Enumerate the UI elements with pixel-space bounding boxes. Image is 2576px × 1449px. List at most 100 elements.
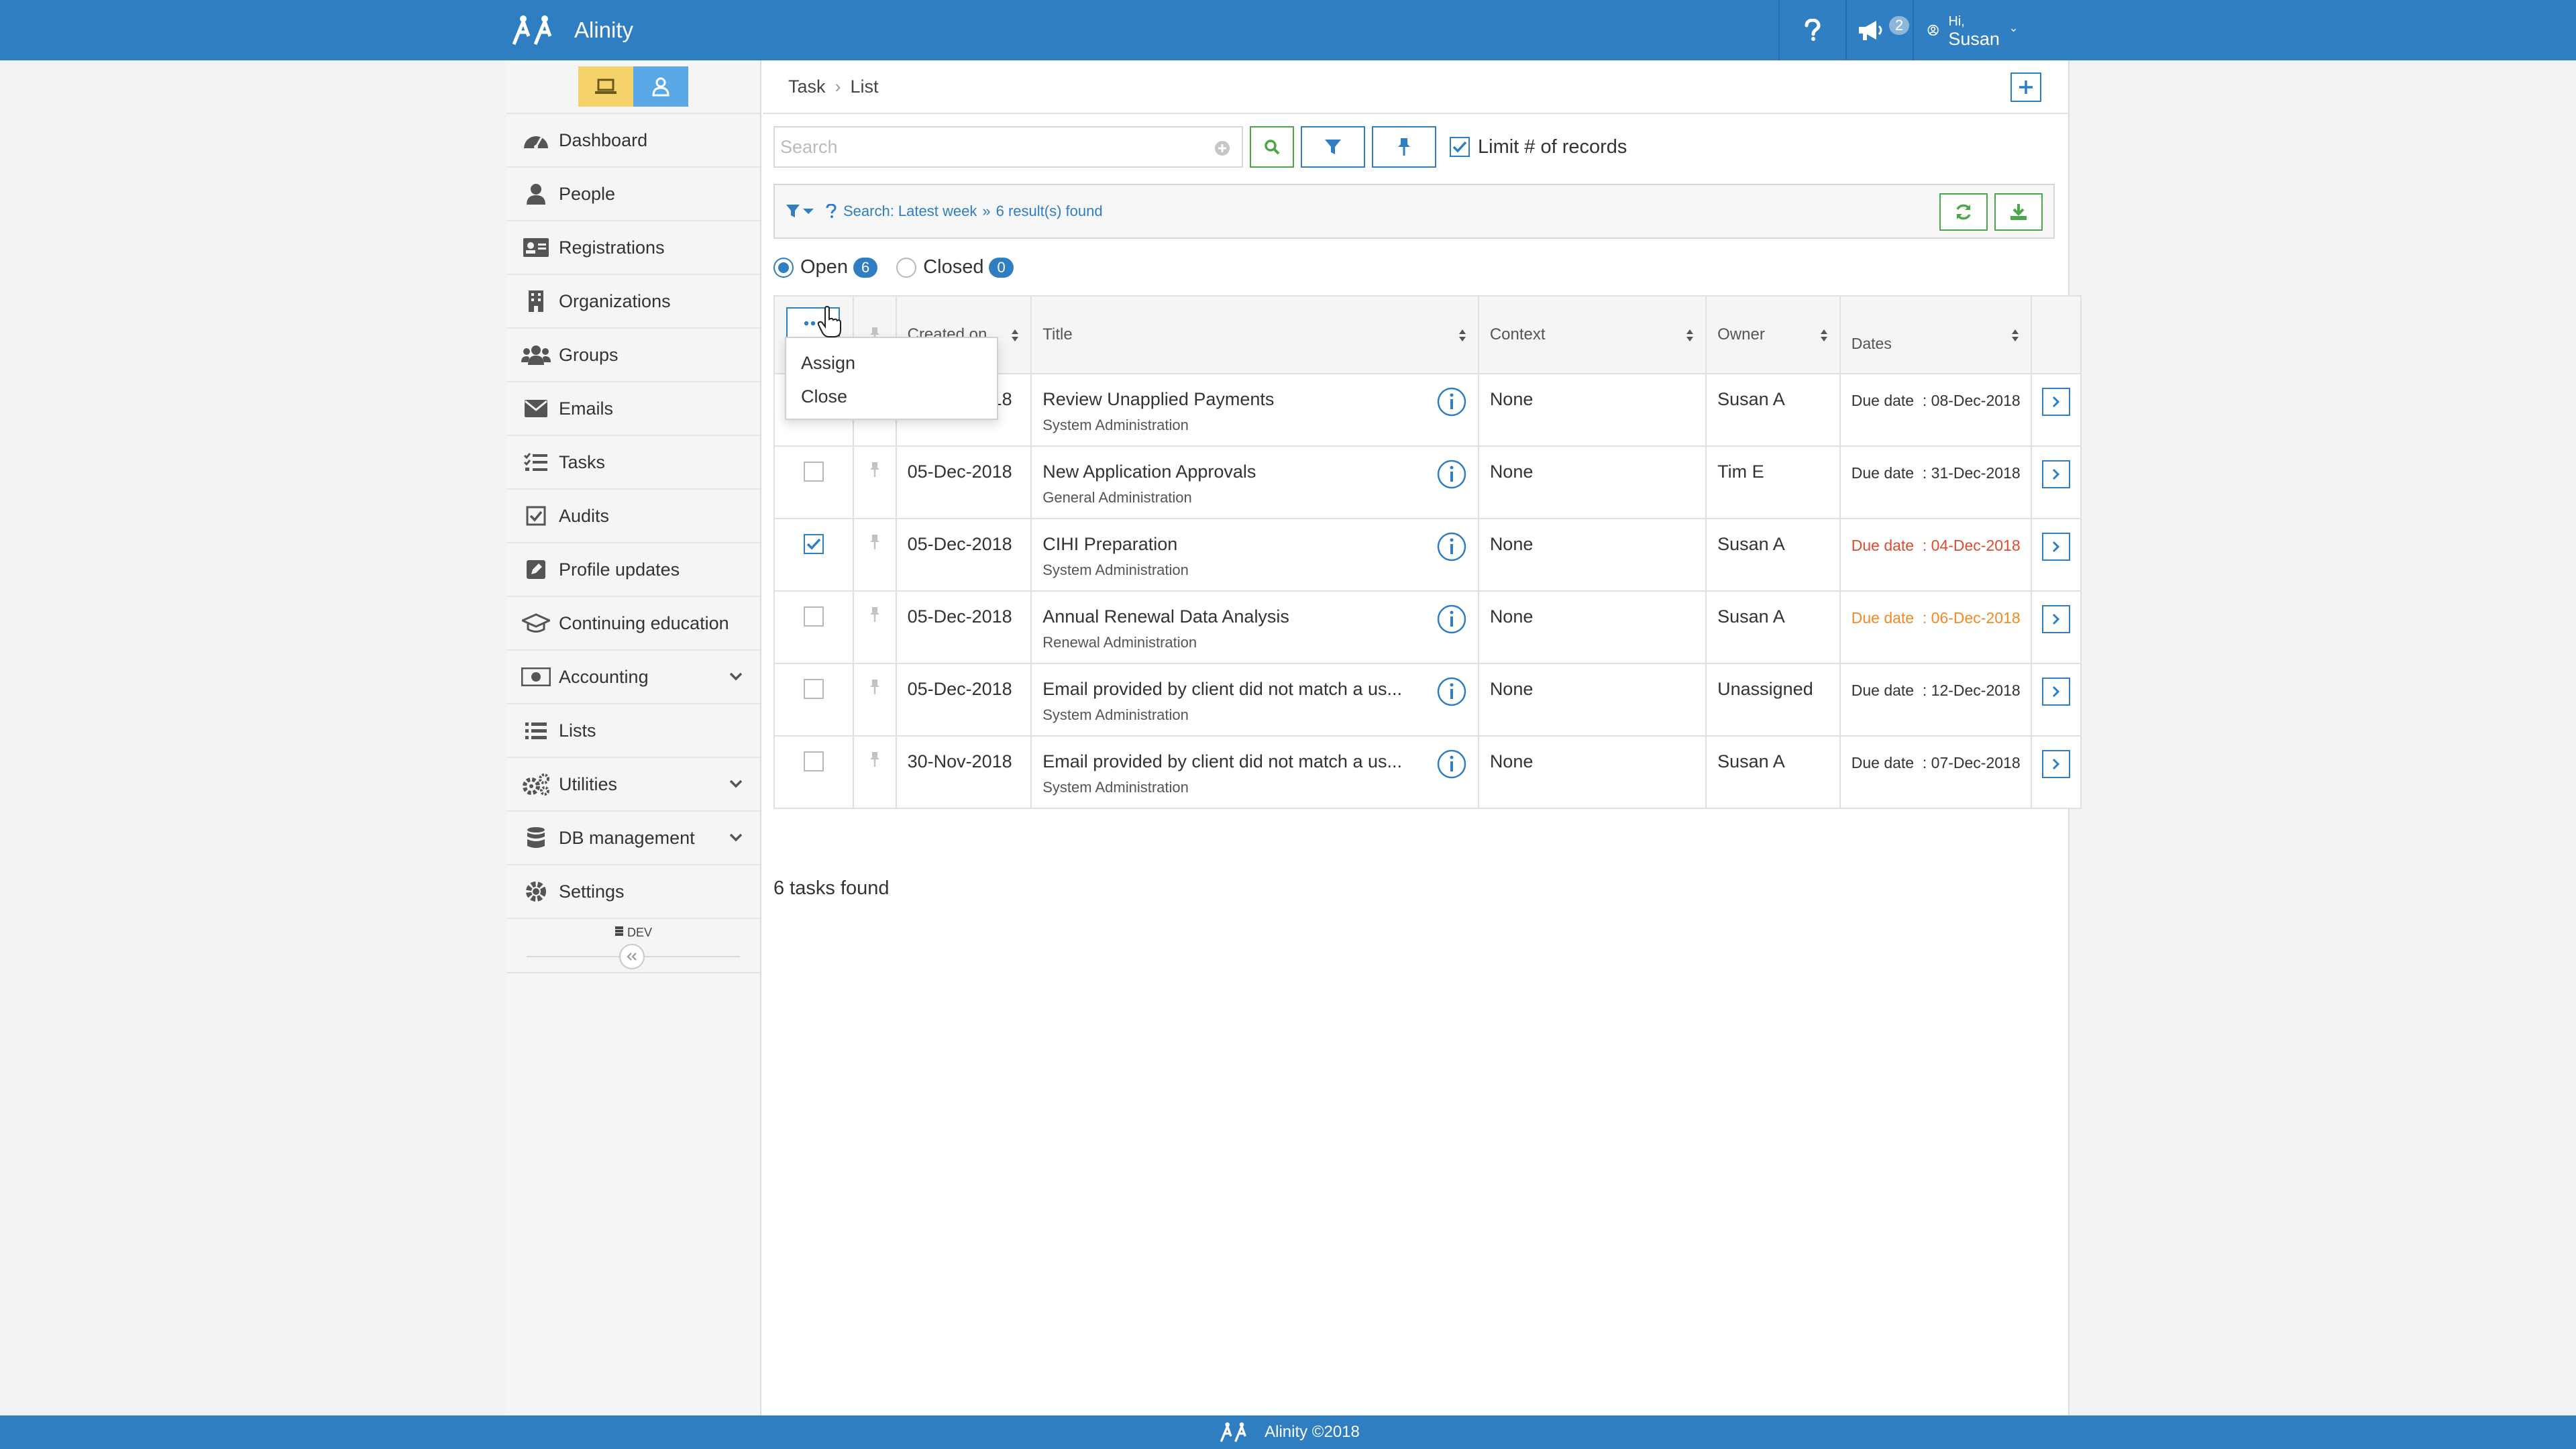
open-task-button[interactable] xyxy=(2042,678,2071,706)
open-task-button[interactable] xyxy=(2042,533,2071,561)
footer-text: Alinity ©2018 xyxy=(1265,1423,1360,1441)
open-task-button[interactable] xyxy=(2042,388,2071,416)
sidebar-collapse-row xyxy=(506,940,760,973)
pin-icon[interactable] xyxy=(869,606,881,623)
database-icon xyxy=(521,826,551,850)
title-column-header[interactable]: Title xyxy=(1032,297,1479,373)
help-button[interactable] xyxy=(1778,0,1845,60)
user-menu-button[interactable]: Hi, Susan xyxy=(1913,0,2037,60)
collapse-sidebar-button[interactable] xyxy=(619,944,645,969)
sidebar-item-tasks[interactable]: Tasks xyxy=(506,436,760,490)
sort-icon[interactable] xyxy=(1819,327,1829,343)
row-pin-cell xyxy=(854,592,897,663)
limit-records-option[interactable]: Limit # of records xyxy=(1450,136,1627,158)
info-icon[interactable] xyxy=(1436,531,1467,562)
pin-icon[interactable] xyxy=(869,534,881,550)
open-task-button[interactable] xyxy=(2042,605,2071,633)
open-task-button[interactable] xyxy=(2042,460,2071,488)
sidebar-item-emails[interactable]: Emails xyxy=(506,382,760,436)
pin-icon[interactable] xyxy=(869,679,881,695)
sidebar-item-people[interactable]: People xyxy=(506,168,760,221)
info-icon[interactable] xyxy=(1436,459,1467,490)
breadcrumb-root-link[interactable]: Task xyxy=(788,76,826,97)
row-pin-cell xyxy=(854,664,897,735)
sidebar-item-groups[interactable]: Groups xyxy=(506,329,760,382)
closed-radio[interactable] xyxy=(896,257,917,278)
sort-icon[interactable] xyxy=(1010,327,1020,343)
sidebar-item-utilities[interactable]: Utilities xyxy=(506,758,760,812)
notifications-button[interactable]: 2 xyxy=(1845,0,1913,60)
info-icon[interactable] xyxy=(1436,386,1467,417)
filter-button[interactable] xyxy=(1301,126,1365,168)
row-checkbox[interactable] xyxy=(803,751,824,771)
table-row[interactable]: 05-Dec-2018 New Application Approvals Ge… xyxy=(773,447,2082,519)
owner-column-header[interactable]: Owner xyxy=(1707,297,1841,373)
task-group: Renewal Administration xyxy=(1042,634,1197,651)
context-cell: None xyxy=(1479,592,1707,663)
limit-records-checkbox[interactable] xyxy=(1450,137,1470,157)
context-column-header[interactable]: Context xyxy=(1479,297,1707,373)
table-row[interactable]: 05-Dec-2018 Annual Renewal Data Analysis… xyxy=(773,592,2082,664)
table-row[interactable]: 05-Dec-2018 Email provided by client did… xyxy=(773,664,2082,737)
info-icon[interactable] xyxy=(1436,676,1467,707)
search-row: Limit # of records xyxy=(773,126,1627,168)
user-mode-button[interactable] xyxy=(633,66,688,107)
menu-item-close[interactable]: Close xyxy=(786,380,997,413)
table-row[interactable]: 05-Dec-2018 CIHI Preparation System Admi… xyxy=(773,519,2082,592)
search-button[interactable] xyxy=(1250,126,1294,168)
sidebar-item-lists[interactable]: Lists xyxy=(506,704,760,758)
sort-icon[interactable] xyxy=(1685,327,1695,343)
sidebar-item-accounting[interactable]: Accounting xyxy=(506,651,760,704)
task-title[interactable]: Annual Renewal Data Analysis xyxy=(1042,606,1478,627)
row-checkbox[interactable] xyxy=(803,606,824,627)
sidebar-item-continuing-education[interactable]: Continuing education xyxy=(506,597,760,651)
plus-circle-icon[interactable] xyxy=(1214,140,1231,157)
dates-column-header[interactable]: Dates xyxy=(1841,297,2033,373)
user-outline-icon xyxy=(652,77,669,97)
row-checkbox[interactable] xyxy=(803,679,824,699)
open-label[interactable]: Open xyxy=(800,256,848,278)
task-title[interactable]: Email provided by client did not match a… xyxy=(1042,679,1478,700)
task-title[interactable]: New Application Approvals xyxy=(1042,462,1478,482)
sidebar-item-profile-updates[interactable]: Profile updates xyxy=(506,543,760,597)
download-icon xyxy=(2010,204,2027,220)
action-column-header xyxy=(2032,297,2080,373)
owner-cell: Susan A xyxy=(1707,374,1841,445)
question-icon[interactable] xyxy=(826,204,837,219)
sidebar-item-dashboard[interactable]: Dashboard xyxy=(506,114,760,168)
menu-item-assign[interactable]: Assign xyxy=(786,346,997,380)
plus-icon xyxy=(2019,80,2033,94)
task-title[interactable]: CIHI Preparation xyxy=(1042,534,1478,555)
filter-search-text[interactable]: Search: Latest week xyxy=(843,203,977,220)
pin-icon[interactable] xyxy=(869,462,881,478)
open-radio[interactable] xyxy=(773,257,794,278)
open-task-button[interactable] xyxy=(2042,750,2071,778)
sidebar-item-audits[interactable]: Audits xyxy=(506,490,760,543)
laptop-icon xyxy=(595,78,616,94)
sidebar-item-db-management[interactable]: DB management xyxy=(506,812,760,865)
refresh-button[interactable] xyxy=(1939,193,1988,231)
pin-button[interactable] xyxy=(1372,126,1436,168)
sidebar-item-settings[interactable]: Settings xyxy=(506,865,760,919)
desktop-mode-button[interactable] xyxy=(578,66,633,107)
closed-label[interactable]: Closed xyxy=(923,256,983,278)
task-title[interactable]: Email provided by client did not match a… xyxy=(1042,751,1478,772)
table-row[interactable]: 30-Nov-2018 Email provided by client did… xyxy=(773,737,2082,809)
sidebar-item-organizations[interactable]: Organizations xyxy=(506,275,760,329)
sort-icon[interactable] xyxy=(1458,327,1467,343)
chevron-right-icon xyxy=(2053,396,2060,408)
sort-icon[interactable] xyxy=(2010,327,2020,343)
export-button[interactable] xyxy=(1994,193,2043,231)
filter-dropdown-icon[interactable] xyxy=(786,203,815,219)
brand[interactable]: Alinity xyxy=(508,0,633,60)
info-icon[interactable] xyxy=(1436,749,1467,780)
pin-icon[interactable] xyxy=(869,751,881,767)
sidebar: Dashboard People Registrations Organizat… xyxy=(506,60,761,1415)
row-checkbox[interactable] xyxy=(803,534,824,554)
add-task-button[interactable] xyxy=(2010,72,2041,102)
row-checkbox[interactable] xyxy=(803,462,824,482)
info-icon[interactable] xyxy=(1436,604,1467,635)
sidebar-item-registrations[interactable]: Registrations xyxy=(506,221,760,275)
search-input[interactable] xyxy=(780,136,1196,158)
task-title[interactable]: Review Unapplied Payments xyxy=(1042,389,1478,410)
